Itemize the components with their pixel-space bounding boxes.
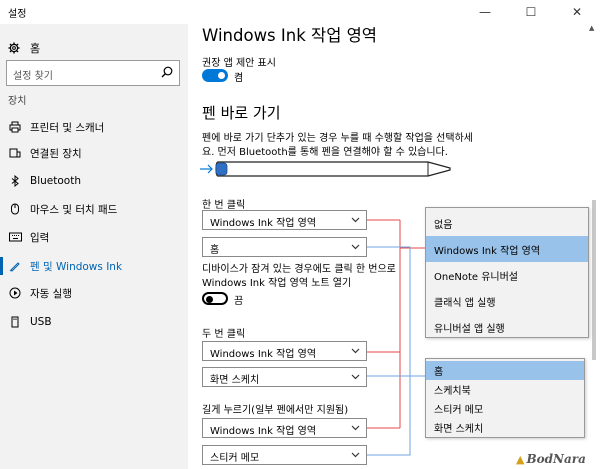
option-screen-sketch[interactable]: 화면 스케치	[426, 418, 584, 437]
option-none[interactable]: 없음	[426, 210, 588, 236]
action-options-popup: 없음 Windows Ink 작업 영역 OneNote 유니버설 클래식 앱 …	[425, 207, 589, 338]
watermark: ▲ BodNara	[516, 452, 586, 466]
option-windows-ink[interactable]: Windows Ink 작업 영역	[426, 236, 588, 262]
option-universal-app[interactable]: 유니버설 앱 실행	[426, 314, 588, 340]
watermark-icon: ▲	[516, 452, 525, 466]
option-classic-app[interactable]: 클래식 앱 실행	[426, 288, 588, 314]
app-options-popup: 홈 스케치북 스티커 메모 화면 스케치	[425, 358, 585, 438]
option-sticky-notes[interactable]: 스티커 메모	[426, 399, 584, 418]
option-onenote[interactable]: OneNote 유니버설	[426, 262, 588, 288]
option-sketchbook[interactable]: 스케치북	[426, 380, 584, 399]
option-home[interactable]: 홈	[426, 361, 584, 380]
watermark-text: BodNara	[526, 452, 586, 466]
